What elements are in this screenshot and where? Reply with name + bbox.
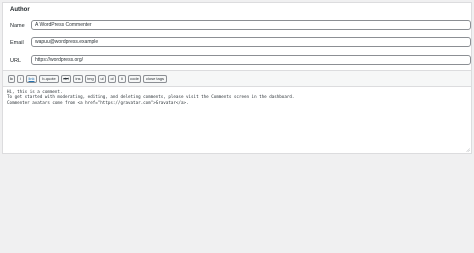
link-button[interactable]: link xyxy=(26,75,37,83)
quicktags-toolbar: b i link b-quote del ins img ul ol li co… xyxy=(3,71,471,87)
url-label: URL xyxy=(10,58,22,64)
email-field[interactable]: wapuu@wordpress.example xyxy=(31,37,471,47)
close-tags-button[interactable]: close tags xyxy=(143,75,167,83)
bold-button[interactable]: b xyxy=(8,75,15,83)
li-button[interactable]: li xyxy=(118,75,126,83)
ins-button[interactable]: ins xyxy=(73,75,83,83)
del-button[interactable]: del xyxy=(61,75,71,83)
resize-handle-icon[interactable] xyxy=(466,148,470,152)
italic-button[interactable]: i xyxy=(17,75,24,83)
name-field[interactable]: A WordPress Commenter xyxy=(31,20,471,30)
comment-editor: b i link b-quote del ins img ul ol li co… xyxy=(2,70,472,154)
code-button[interactable]: code xyxy=(128,75,141,83)
email-label: Email xyxy=(10,40,24,46)
author-panel: Author Name A WordPress Commenter Email … xyxy=(2,2,472,72)
author-panel-title: Author xyxy=(10,7,30,13)
ol-button[interactable]: ol xyxy=(108,75,116,83)
name-label: Name xyxy=(10,23,25,29)
url-field[interactable]: https://wordpress.org/ xyxy=(31,55,471,65)
ul-button[interactable]: ul xyxy=(98,75,106,83)
blockquote-button[interactable]: b-quote xyxy=(39,75,59,83)
img-button[interactable]: img xyxy=(85,75,96,83)
comment-content-textarea[interactable]: Hi, this is a comment. To get started wi… xyxy=(3,87,471,153)
